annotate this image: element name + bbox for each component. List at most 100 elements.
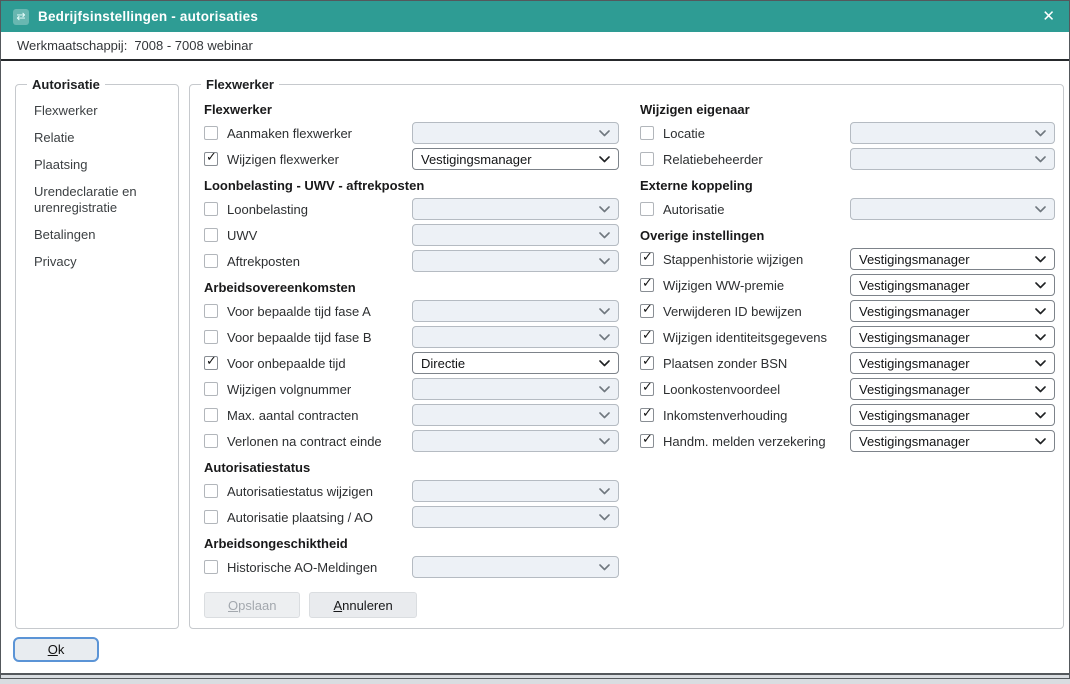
role-select[interactable] [412, 404, 619, 426]
cancel-button[interactable]: Annuleren [309, 592, 416, 618]
role-select[interactable] [412, 224, 619, 246]
role-select[interactable] [412, 300, 619, 322]
role-select[interactable]: Vestigingsmanager [850, 404, 1055, 426]
chevron-down-icon [599, 386, 610, 393]
checkbox[interactable] [640, 434, 654, 448]
chevron-down-icon [599, 258, 610, 265]
role-select[interactable] [412, 326, 619, 348]
row-label: Wijzigen WW-premie [663, 278, 850, 293]
dialog-footer: Ok [1, 629, 1069, 662]
checkbox[interactable] [640, 202, 654, 216]
checkbox[interactable] [640, 304, 654, 318]
authorization-row: Wijzigen flexwerker Vestigingsmanager [204, 148, 619, 170]
checkbox[interactable] [204, 330, 218, 344]
checkbox[interactable] [204, 356, 218, 370]
checkbox[interactable] [204, 408, 218, 422]
group-rows: Voor bepaalde tijd fase A [204, 300, 619, 452]
role-select[interactable]: Vestigingsmanager [412, 148, 619, 170]
settings-group: Autorisatiestatus Autorisatiestatus wijz… [204, 460, 619, 528]
chevron-down-icon [599, 412, 610, 419]
sidebar-item[interactable]: Relatie [32, 129, 168, 147]
role-select[interactable] [412, 480, 619, 502]
checkbox[interactable] [204, 510, 218, 524]
role-select[interactable] [412, 122, 619, 144]
row-label: Voor bepaalde tijd fase B [227, 330, 412, 345]
authorization-row: Plaatsen zonder BSN Vestigingsmanager [640, 352, 1055, 374]
authorization-row: Aanmaken flexwerker [204, 122, 619, 144]
checkbox[interactable] [204, 434, 218, 448]
checkbox[interactable] [204, 126, 218, 140]
role-select[interactable] [412, 506, 619, 528]
group-title: Externe koppeling [640, 178, 1055, 193]
role-select[interactable] [850, 122, 1055, 144]
settings-group: Arbeidsovereenkomsten Voor bepaalde tijd… [204, 280, 619, 452]
sidebar-item[interactable]: Plaatsing [32, 156, 168, 174]
role-select[interactable]: Vestigingsmanager [850, 430, 1055, 452]
authorization-row: Locatie [640, 122, 1055, 144]
role-select[interactable]: Vestigingsmanager [850, 378, 1055, 400]
authorization-row: UWV [204, 224, 619, 246]
checkbox[interactable] [204, 560, 218, 574]
sidebar-item[interactable]: Privacy [32, 253, 168, 271]
role-select[interactable] [412, 378, 619, 400]
sidebar-item[interactable]: Flexwerker [32, 102, 168, 120]
role-select[interactable] [850, 148, 1055, 170]
checkbox[interactable] [204, 202, 218, 216]
flexworker-panel: Flexwerker Flexwerker [189, 77, 1064, 629]
settings-group: Externe koppeling Autorisatie [640, 178, 1055, 220]
group-title: Arbeidsovereenkomsten [204, 280, 619, 295]
role-select[interactable]: Vestigingsmanager [850, 326, 1055, 348]
role-select[interactable]: Vestigingsmanager [850, 248, 1055, 270]
checkbox[interactable] [640, 356, 654, 370]
role-select[interactable]: Directie [412, 352, 619, 374]
chevron-down-icon [1035, 334, 1046, 341]
row-label: Autorisatie plaatsing / AO [227, 510, 412, 525]
row-label: Wijzigen volgnummer [227, 382, 412, 397]
group-title: Loonbelasting - UWV - aftrekposten [204, 178, 619, 193]
select-value: Vestigingsmanager [859, 278, 970, 293]
authorization-row: Inkomstenverhouding Vestigingsmanager [640, 404, 1055, 426]
role-select[interactable]: Vestigingsmanager [850, 352, 1055, 374]
sidebar-item[interactable]: Urendeclaratie en urenregistratie [32, 183, 168, 217]
authorization-row: Wijzigen identiteitsgegevens Vestigingsm… [640, 326, 1055, 348]
checkbox[interactable] [640, 408, 654, 422]
checkbox[interactable] [640, 382, 654, 396]
checkbox[interactable] [204, 228, 218, 242]
authorization-row: Aftrekposten [204, 250, 619, 272]
form-actions: Opslaan Annuleren [204, 592, 619, 618]
role-select[interactable]: Vestigingsmanager [850, 274, 1055, 296]
row-label: Aftrekposten [227, 254, 412, 269]
select-value: Vestigingsmanager [421, 152, 532, 167]
role-select[interactable] [412, 250, 619, 272]
sidebar-item[interactable]: Betalingen [32, 226, 168, 244]
checkbox[interactable] [640, 278, 654, 292]
checkbox[interactable] [204, 484, 218, 498]
right-column: Wijzigen eigenaar Locatie [640, 94, 1055, 618]
role-select[interactable] [412, 430, 619, 452]
checkbox[interactable] [204, 382, 218, 396]
role-select[interactable] [412, 198, 619, 220]
role-select[interactable]: Vestigingsmanager [850, 300, 1055, 322]
close-icon[interactable]: ✕ [1042, 9, 1055, 24]
chevron-down-icon [599, 514, 610, 521]
authorization-row: Wijzigen WW-premie Vestigingsmanager [640, 274, 1055, 296]
checkbox[interactable] [640, 330, 654, 344]
authorization-row: Stappenhistorie wijzigen Vestigingsmanag… [640, 248, 1055, 270]
checkbox[interactable] [640, 252, 654, 266]
role-select[interactable] [412, 556, 619, 578]
checkbox[interactable] [640, 152, 654, 166]
company-value: 7008 - 7008 webinar [134, 38, 253, 53]
role-select[interactable] [850, 198, 1055, 220]
checkbox[interactable] [204, 304, 218, 318]
checkbox[interactable] [204, 152, 218, 166]
chevron-down-icon [1035, 438, 1046, 445]
row-label: Aanmaken flexwerker [227, 126, 412, 141]
select-value: Vestigingsmanager [859, 304, 970, 319]
ok-button[interactable]: Ok [13, 637, 99, 662]
chevron-down-icon [1035, 282, 1046, 289]
chevron-down-icon [1035, 206, 1046, 213]
checkbox[interactable] [204, 254, 218, 268]
checkbox[interactable] [640, 126, 654, 140]
save-button[interactable]: Opslaan [204, 592, 300, 618]
group-title: Wijzigen eigenaar [640, 102, 1055, 117]
